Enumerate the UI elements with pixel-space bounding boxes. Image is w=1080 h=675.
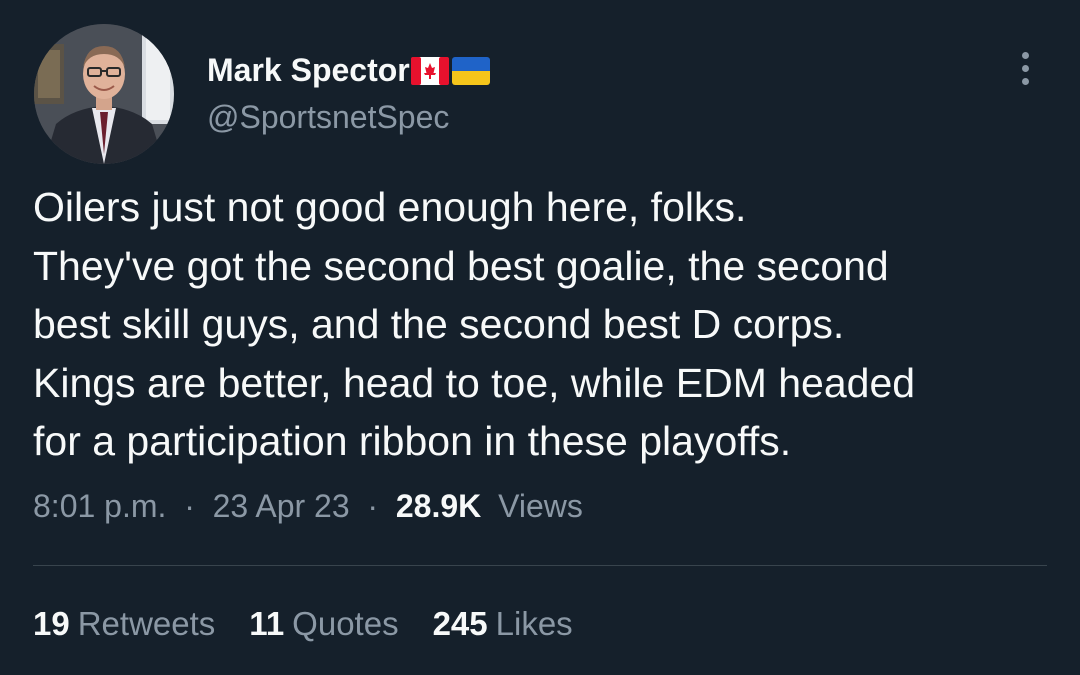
- quotes-label: Quotes: [292, 605, 399, 642]
- retweets-link[interactable]: 19 Retweets: [33, 605, 215, 643]
- author-handle[interactable]: @SportsnetSpec: [207, 99, 449, 136]
- tweet-text-line: for a participation ribbon in these play…: [33, 418, 792, 464]
- tweet-text-line: best skill guys, and the second best D c…: [33, 301, 845, 347]
- retweets-label: Retweets: [77, 605, 216, 642]
- more-options-icon: [1021, 51, 1029, 59]
- engagement-stats: 19 Retweets 11 Quotes 245 Likes: [33, 605, 573, 643]
- avatar-image: [34, 24, 174, 164]
- avatar[interactable]: [34, 24, 174, 164]
- tweet-meta: 8:01 p.m. · 23 Apr 23 · 28.9K Views: [33, 488, 583, 525]
- meta-separator: ·: [358, 488, 387, 524]
- divider: [33, 565, 1047, 566]
- more-options-icon-dot: [1021, 77, 1029, 85]
- author-flags: [410, 56, 490, 85]
- tweet-text: Oilers just not good enough here, folks.…: [33, 178, 1053, 471]
- quotes-link[interactable]: 11 Quotes: [249, 605, 398, 643]
- author-name[interactable]: Mark Spector: [207, 52, 490, 89]
- tweet-date[interactable]: 23 Apr 23: [213, 488, 350, 524]
- views-label: Views: [498, 488, 583, 524]
- more-options-button[interactable]: [1008, 44, 1042, 92]
- tweet-text-line: They've got the second best goalie, the …: [33, 242, 889, 289]
- canada-flag-icon: [410, 56, 449, 85]
- more-options-icon-dot: [1021, 64, 1029, 72]
- meta-separator: ·: [175, 488, 204, 524]
- author-name-text: Mark Spector: [207, 52, 410, 88]
- retweets-count: 19: [33, 605, 70, 642]
- tweet-time[interactable]: 8:01 p.m.: [33, 488, 166, 524]
- ukraine-flag-icon: [451, 56, 490, 85]
- views-count: 28.9K: [395, 488, 482, 524]
- likes-link[interactable]: 245 Likes: [433, 605, 573, 643]
- likes-label: Likes: [495, 605, 573, 642]
- quotes-count: 11: [249, 605, 285, 642]
- tweet-card: Mark Spector @SportsnetSpec Oilers just …: [0, 0, 1080, 675]
- tweet-text-line: Oilers just not good enough here, folks.: [33, 184, 747, 230]
- tweet-text-line: Kings are better, head to toe, while EDM…: [33, 359, 916, 406]
- likes-count: 245: [432, 605, 488, 642]
